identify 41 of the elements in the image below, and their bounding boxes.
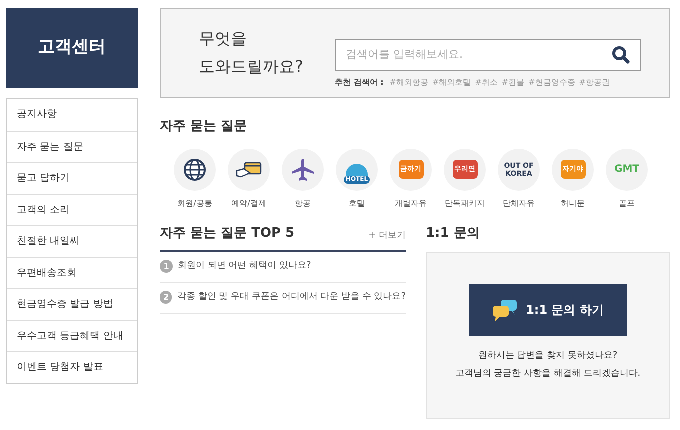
- sidebar-title: 고객센터: [38, 36, 106, 60]
- sidebar-item[interactable]: 묻고 답하기: [7, 162, 137, 194]
- category-label: 개별자유: [395, 198, 427, 210]
- category-label: 회원/공통: [178, 198, 212, 210]
- inquiry-button[interactable]: 1:1 문의 하기: [469, 284, 627, 336]
- globe-icon: [182, 156, 208, 182]
- sidebar-item[interactable]: 친절한 내일씨: [7, 225, 137, 256]
- category-label: 단체자유: [503, 198, 535, 210]
- category-button[interactable]: [282, 148, 324, 190]
- more-link[interactable]: + 더보기: [368, 230, 406, 244]
- sidebar-item[interactable]: 고객의 소리: [7, 194, 137, 225]
- help-text: 원하시는 답변을 찾지 못하셨나요?: [478, 350, 618, 362]
- number-badge: 2: [160, 291, 172, 304]
- sidebar-item[interactable]: 우수고객 등급혜택 안내: [7, 320, 137, 351]
- search-field[interactable]: 검색어를 입력해보세요.: [335, 39, 641, 71]
- sidebar-item[interactable]: 우편배송조회: [7, 256, 137, 288]
- faq-item[interactable]: 1 회원이 되면 어떤 혜택이 있나요?: [160, 252, 406, 282]
- search-icon[interactable]: [612, 46, 630, 64]
- section-title: 자주 묻는 질문: [160, 118, 248, 136]
- category-button[interactable]: [174, 148, 216, 190]
- category-label: 호텔: [349, 198, 365, 210]
- search-input[interactable]: 검색어를 입력해보세요.: [346, 46, 586, 64]
- section-title: 자주 묻는 질문 TOP 5: [160, 225, 295, 243]
- sidebar-item[interactable]: 이벤트 당첨자 발표: [7, 351, 137, 382]
- category-label: 골프: [619, 198, 635, 210]
- brand-logo: GMT: [614, 166, 640, 174]
- faq-item[interactable]: 2 각종 할인 및 우대 쿠폰은 어디에서 다운 받을 수 있나요?: [160, 282, 406, 314]
- airplane-icon: [290, 156, 316, 182]
- section-title: 1:1 문의: [426, 225, 481, 243]
- sidebar-item[interactable]: 현금영수증 발급 방법: [7, 288, 137, 320]
- sidebar-item[interactable]: 공지사항: [7, 99, 137, 130]
- category-label: 허니문: [561, 198, 585, 210]
- help-text: 고객님의 궁금한 사항을 해결해 드리겠습니다.: [455, 368, 641, 381]
- search-heading: 무엇을 도와드릴까요?: [199, 28, 304, 78]
- category-label: 단독패키지: [445, 198, 485, 210]
- category-button[interactable]: [228, 148, 270, 190]
- category-label: 항공: [295, 198, 311, 210]
- suggest-label: 추천 검색어 :: [335, 77, 384, 89]
- category-label: 예약/결제: [232, 198, 266, 210]
- number-badge: 1: [160, 260, 173, 273]
- sidebar-item[interactable]: 자주 묻는 질문: [7, 130, 137, 162]
